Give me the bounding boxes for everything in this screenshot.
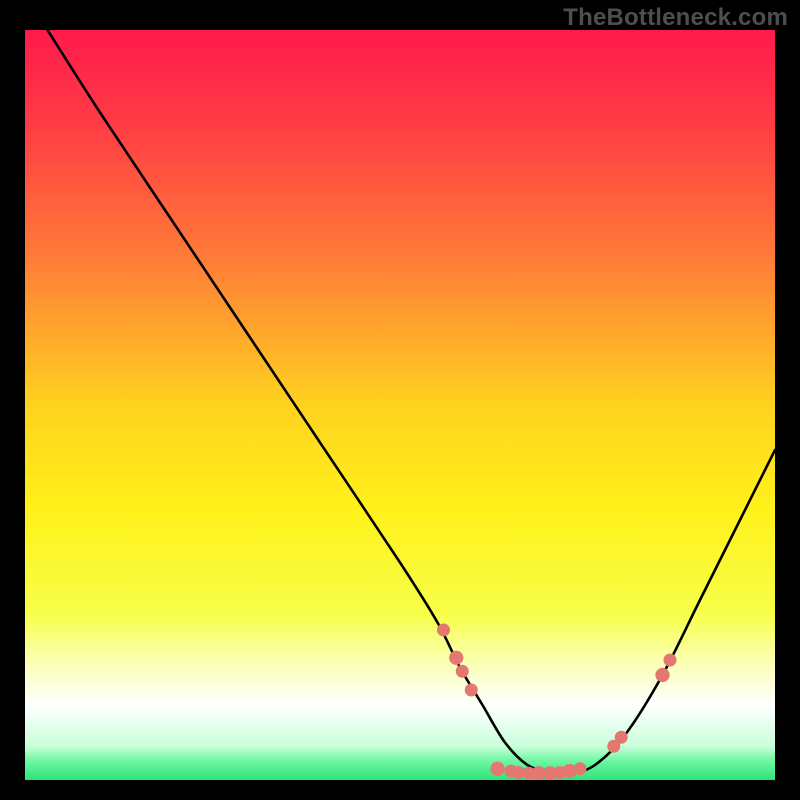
gradient-background <box>25 30 775 780</box>
data-point <box>490 762 504 776</box>
data-point <box>574 762 587 775</box>
data-point <box>615 731 628 744</box>
watermark-text: TheBottleneck.com <box>563 4 788 32</box>
data-point <box>664 654 677 667</box>
data-point <box>437 624 450 637</box>
chart-svg <box>25 30 775 780</box>
chart-frame: TheBottleneck.com <box>0 0 800 800</box>
data-point <box>655 668 669 682</box>
data-point <box>449 651 463 665</box>
data-point <box>456 665 469 678</box>
data-point <box>465 684 478 697</box>
plot-area <box>25 30 775 780</box>
